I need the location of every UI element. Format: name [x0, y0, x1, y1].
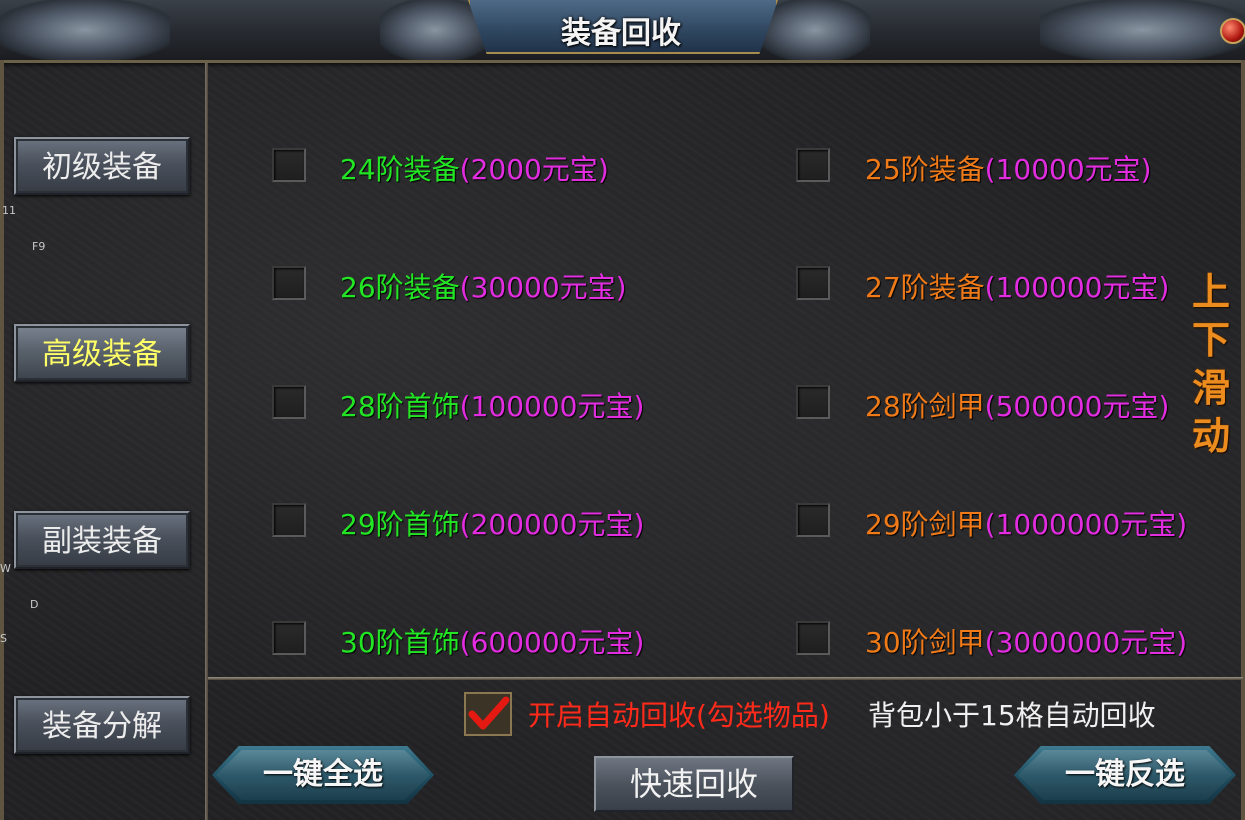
scroll-hint-char: 上	[1191, 270, 1230, 314]
scroll-hint: 上 下 滑 动	[1186, 268, 1236, 460]
item-name: 30阶剑甲	[865, 626, 985, 659]
item-name: 30阶首饰	[340, 626, 460, 659]
frame-left	[0, 60, 4, 820]
item-name: 26阶装备	[340, 271, 460, 304]
scroll-hint-char: 动	[1191, 414, 1230, 458]
invert-select-button[interactable]: 一键反选	[1014, 746, 1236, 804]
item-name: 28阶剑甲	[865, 390, 985, 423]
item-label: 28阶剑甲(500000元宝)	[865, 385, 1169, 425]
scroll-hint-char: 滑	[1191, 366, 1230, 410]
dragon-ornament-right	[1040, 0, 1245, 60]
item-price: (100000元宝)	[984, 271, 1170, 304]
item-label: 24阶装备(2000元宝)	[340, 148, 609, 188]
item-price: (600000元宝)	[459, 626, 645, 659]
stray-text: S	[0, 632, 7, 645]
dragon-ornament-center-right	[760, 0, 870, 60]
auto-recycle-hint: 背包小于15格自动回收	[868, 699, 1156, 732]
item-checkbox[interactable]	[272, 148, 306, 182]
item-checkbox[interactable]	[272, 266, 306, 300]
item-price: (3000000元宝)	[984, 626, 1188, 659]
bottom-divider	[208, 677, 1243, 680]
auto-recycle-label: 开启自动回收(勾选物品)	[528, 699, 830, 732]
item-price: (500000元宝)	[984, 390, 1170, 423]
item-label: 25阶装备(10000元宝)	[865, 148, 1152, 188]
item-label: 29阶剑甲(1000000元宝)	[865, 503, 1187, 543]
sidebar-item-secondary-equipment[interactable]: 副装装备	[14, 511, 190, 569]
item-label: 26阶装备(30000元宝)	[340, 266, 627, 306]
sidebar-divider	[205, 63, 208, 820]
title-bar: 装备回收	[0, 0, 1245, 63]
item-name: 28阶首饰	[340, 390, 460, 423]
item-price: (2000元宝)	[459, 153, 609, 186]
recycle-window: 装备回收 初级装备 高级装备 副装装备 装备分解 11 F9 W D S 24阶…	[0, 0, 1245, 820]
item-name: 24阶装备	[340, 153, 460, 186]
sidebar-item-basic-equipment[interactable]: 初级装备	[14, 137, 190, 195]
stray-text: D	[30, 598, 39, 611]
item-price: (1000000元宝)	[984, 508, 1188, 541]
item-name: 29阶剑甲	[865, 508, 985, 541]
item-name: 27阶装备	[865, 271, 985, 304]
item-checkbox[interactable]	[796, 266, 830, 300]
item-label: 29阶首饰(200000元宝)	[340, 503, 644, 543]
frame-right	[1241, 60, 1245, 820]
stray-text: 11	[2, 204, 16, 217]
item-checkbox[interactable]	[272, 503, 306, 537]
item-label: 30阶剑甲(3000000元宝)	[865, 621, 1187, 661]
item-price: (30000元宝)	[459, 271, 627, 304]
select-all-button[interactable]: 一键全选	[212, 746, 434, 804]
invert-select-label: 一键反选	[1065, 757, 1185, 792]
window-title: 装备回收	[561, 16, 681, 51]
item-label: 30阶首饰(600000元宝)	[340, 621, 644, 661]
item-checkbox[interactable]	[796, 385, 830, 419]
item-price: (100000元宝)	[459, 390, 645, 423]
item-checkbox[interactable]	[796, 621, 830, 655]
close-gem-icon[interactable]	[1220, 18, 1245, 44]
item-label: 28阶首饰(100000元宝)	[340, 385, 644, 425]
dragon-ornament-left	[0, 0, 170, 60]
item-name: 29阶首饰	[340, 508, 460, 541]
select-all-label: 一键全选	[263, 757, 383, 792]
auto-recycle-checkbox[interactable]	[464, 692, 512, 736]
stray-text: W	[0, 562, 11, 575]
sidebar-item-equipment-dismantle[interactable]: 装备分解	[14, 696, 190, 754]
item-price: (200000元宝)	[459, 508, 645, 541]
item-checkbox[interactable]	[272, 385, 306, 419]
item-label: 27阶装备(100000元宝)	[865, 266, 1169, 306]
scroll-hint-char: 下	[1191, 318, 1230, 362]
item-checkbox[interactable]	[272, 621, 306, 655]
item-name: 25阶装备	[865, 153, 985, 186]
item-checkbox[interactable]	[796, 503, 830, 537]
quick-recycle-button[interactable]: 快速回收	[594, 756, 794, 812]
item-checkbox[interactable]	[796, 148, 830, 182]
sidebar-item-advanced-equipment[interactable]: 高级装备	[14, 324, 190, 382]
item-price: (10000元宝)	[984, 153, 1152, 186]
stray-text: F9	[32, 240, 46, 253]
checkmark-icon	[468, 696, 510, 730]
